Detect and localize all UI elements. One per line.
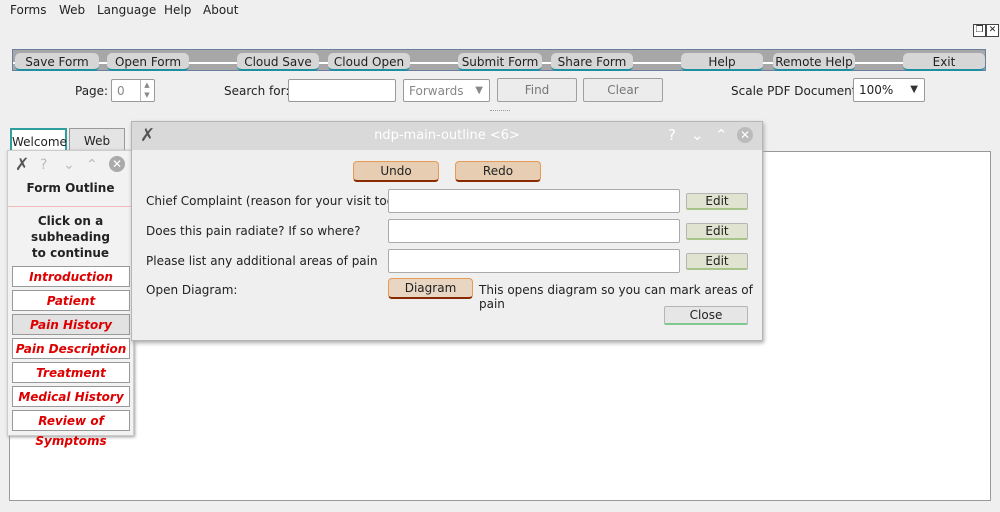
close-button[interactable]: Close [664,306,748,325]
hint-line: subheading [31,230,110,244]
main-toolbar: Save Form Open Form Cloud Save Cloud Ope… [12,49,986,71]
chevron-down-icon: ▼ [475,85,483,96]
undo-button[interactable]: Undo [353,161,439,182]
help-icon[interactable]: ? [40,157,47,173]
exit-button[interactable]: Exit [903,53,985,71]
outline-item-treatment-history[interactable]: Treatment History [12,362,130,400]
divider [8,206,133,207]
menu-about[interactable]: About [203,3,238,17]
hint-line: to continue [31,246,110,260]
edit-button[interactable]: Edit [686,223,748,240]
outline-item-medical-history[interactable]: Medical History [12,386,130,407]
direction-select[interactable]: Forwards ▼ [403,79,490,102]
cloud-open-button[interactable]: Cloud Open [328,53,410,71]
outline-item-introduction[interactable]: Introduction [12,266,130,287]
clear-button[interactable]: Clear [583,78,663,102]
diagram-button[interactable]: Diagram [388,278,473,299]
outline-hint: Click on a subheading to continue [8,213,133,261]
scale-value: 100% [859,83,894,97]
outline-dialog: ✗ ndp-main-outline <6> ? ⌄ ⌃ ✕ Undo Redo… [131,121,763,341]
find-button[interactable]: Find [497,78,577,102]
open-form-button[interactable]: Open Form [107,53,189,71]
radiate-input[interactable] [388,219,680,243]
remote-help-button[interactable]: Remote Help [773,53,855,71]
share-form-button[interactable]: Share Form [551,53,633,71]
page-label: Page: [75,84,109,98]
spin-arrows-icon[interactable]: ▲ ▼ [140,80,153,101]
chief-complaint-input[interactable] [388,189,680,213]
save-form-button[interactable]: Save Form [15,53,99,71]
menu-bar: Forms Web Language Help About [0,0,1000,22]
edit-button[interactable]: Edit [686,193,748,210]
outline-item-patient-information[interactable]: Patient Information [12,290,130,328]
scale-select[interactable]: 100% ▼ [853,78,925,102]
splitter-handle[interactable] [490,110,510,114]
close-icon[interactable]: ✕ [109,156,125,172]
dialog-titlebar[interactable]: ✗ ndp-main-outline <6> ? ⌄ ⌃ ✕ [132,122,762,150]
minimize-icon[interactable]: ⌄ [691,126,704,144]
form-outline-panel: ✗ ? ⌄ ⌃ ✕ Form Outline Click on a subhea… [7,150,134,448]
maximize-icon[interactable]: ⌃ [715,126,728,144]
redo-button[interactable]: Redo [455,161,541,182]
menu-language[interactable]: Language [97,3,156,17]
scale-label: Scale PDF Document: [731,84,861,98]
additional-areas-input[interactable] [388,249,680,273]
help-icon[interactable]: ? [668,126,676,144]
outline-item-review-of-symptoms[interactable]: Review of Symptoms [12,410,130,448]
direction-value: Forwards [409,84,464,98]
cloud-save-button[interactable]: Cloud Save [237,53,319,71]
search-label: Search for: [224,84,290,98]
maximize-icon[interactable]: ⌃ [86,157,98,173]
chevron-down-icon: ▼ [910,84,918,95]
open-diagram-label: Open Diagram: [146,283,238,297]
submit-form-button[interactable]: Submit Form [458,53,542,71]
edit-button[interactable]: Edit [686,253,748,270]
question-label-radiate: Does this pain radiate? If so where? [146,224,361,238]
page-stepper[interactable]: 0 ▲ ▼ [111,79,155,102]
help-button[interactable]: Help [681,53,763,71]
restore-icon[interactable]: ❐ [973,24,986,37]
question-label-chief-complaint: Chief Complaint (reason for your visit t… [146,194,414,208]
question-label-additional-areas: Please list any additional areas of pain [146,254,378,268]
outline-item-pain-description[interactable]: Pain Description [12,338,130,359]
menu-forms[interactable]: Forms [10,3,46,17]
tab-web[interactable]: Web [69,128,125,152]
page-value: 0 [117,84,125,98]
search-input[interactable] [288,79,396,102]
outline-item-pain-history[interactable]: Pain History [12,314,130,335]
menu-web[interactable]: Web [59,3,85,17]
outline-title: Form Outline [26,181,115,195]
close-window-icon[interactable]: ✕ [986,24,999,37]
tab-welcome[interactable]: Welcome [10,128,67,152]
menu-help[interactable]: Help [164,3,191,17]
minimize-icon[interactable]: ⌄ [63,157,75,173]
close-icon[interactable]: ✕ [737,127,753,143]
app-logo-icon: ✗ [15,155,30,175]
hint-line: Click on a [37,214,104,228]
